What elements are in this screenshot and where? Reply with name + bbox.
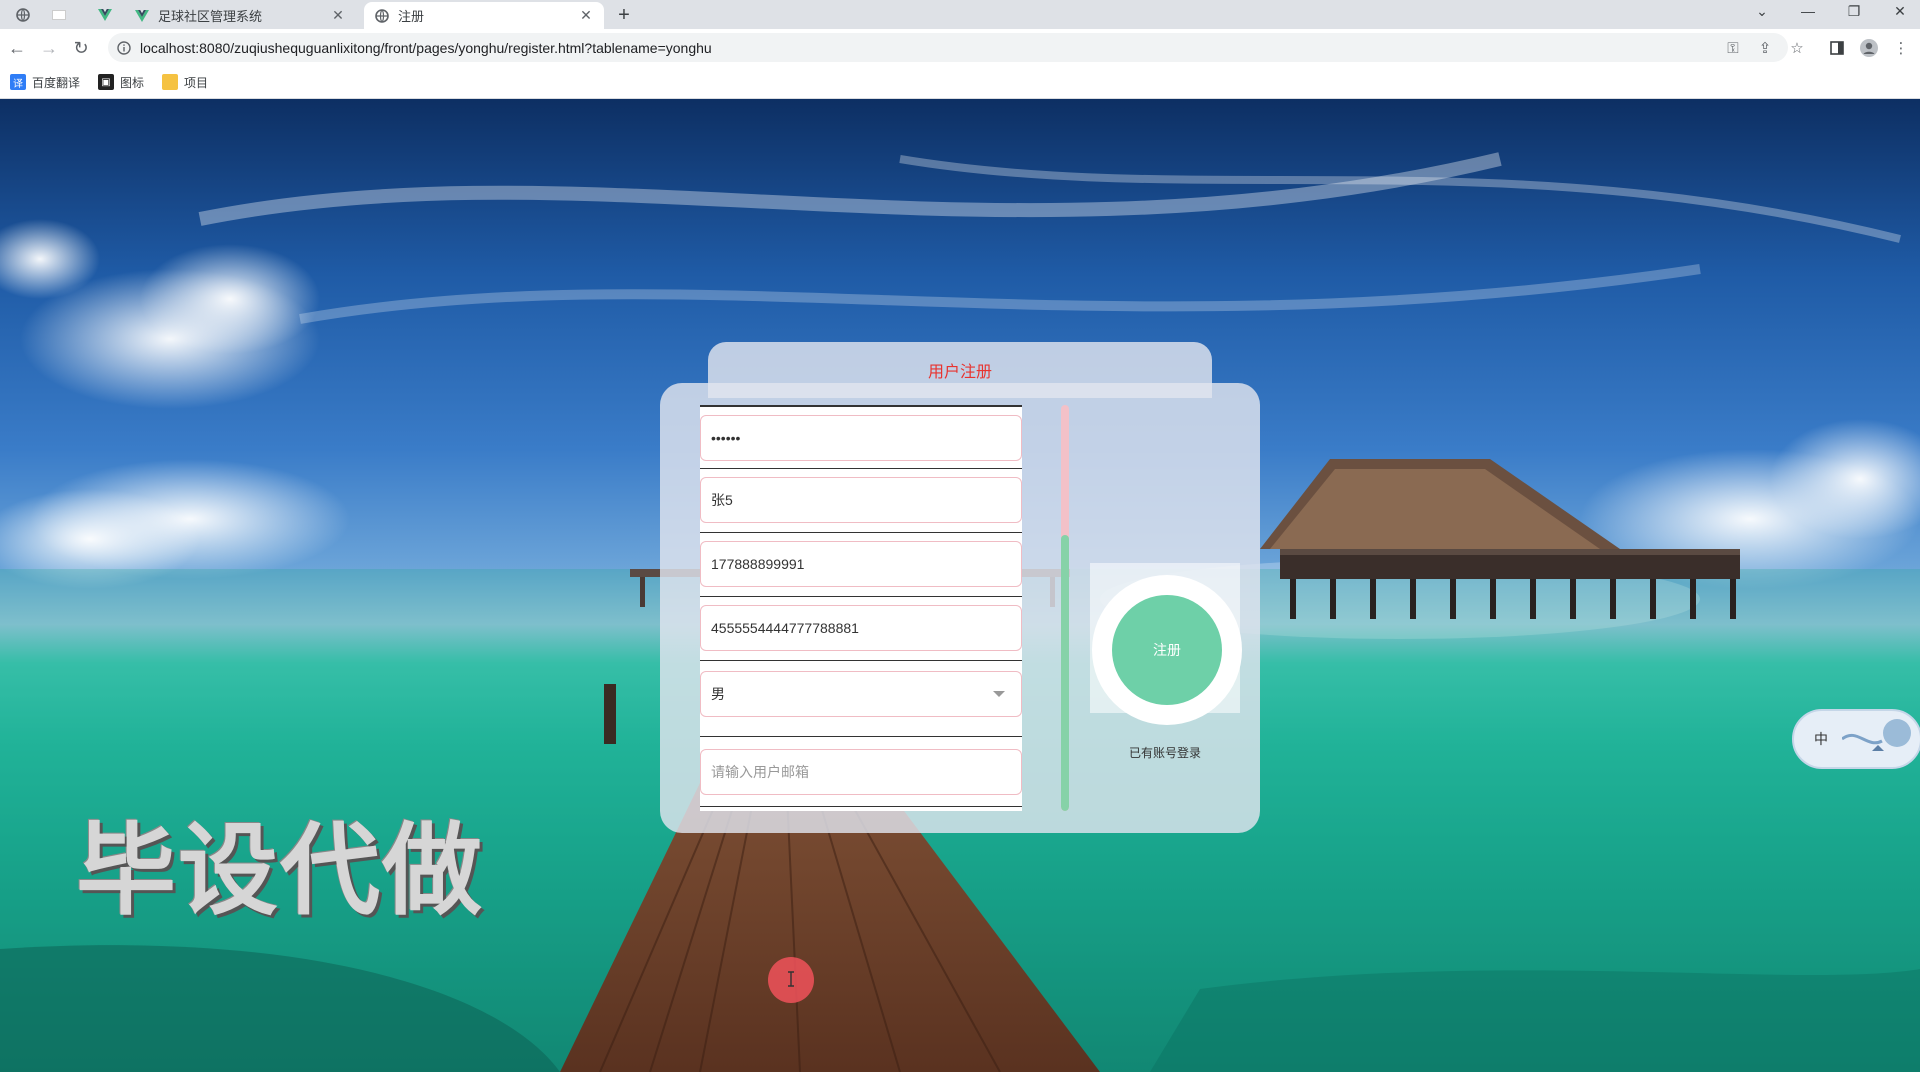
translate-icon: 译 [10, 74, 26, 90]
password-field[interactable]: •••••• [700, 415, 1022, 461]
register-button-ring: 注册 [1092, 575, 1242, 725]
id-card-value: 4555554444777788881 [711, 620, 859, 636]
name-field[interactable]: 张5 [700, 477, 1022, 523]
star-icon[interactable]: ☆ [1786, 37, 1808, 59]
vue-icon [98, 9, 112, 21]
side-panel-icon[interactable] [1826, 37, 1848, 59]
bookmarks-bar: 译 百度翻译 ▣ 图标 项目 [0, 66, 1920, 99]
globe-icon [374, 8, 390, 24]
page-viewport: 用户注册 •••••• 张5 177888899991 455555444477… [0, 99, 1920, 1072]
close-icon[interactable]: ✕ [330, 7, 346, 24]
vue-icon [134, 8, 150, 24]
ime-widget[interactable]: 中 [1792, 709, 1920, 769]
profile-avatar-icon[interactable] [1858, 37, 1880, 59]
form-row-gender: 男 [700, 661, 1022, 737]
email-input[interactable] [711, 764, 1001, 780]
form-row-phone: 177888899991 [700, 533, 1022, 597]
register-card: •••••• 张5 177888899991 45555544447777888… [660, 383, 1260, 1003]
form-row-name: 张5 [700, 469, 1022, 533]
tab-title: 足球社区管理系统 [158, 9, 263, 24]
cursor-highlight-icon [768, 957, 814, 1003]
id-card-field[interactable]: 4555554444777788881 [700, 605, 1022, 651]
hut-image [1260, 459, 1740, 619]
forward-button[interactable]: → [36, 35, 62, 61]
watermark-text: 毕设代做 [76, 812, 484, 929]
address-bar[interactable]: localhost:8080/zuqiushequguanlixitong/fr… [108, 33, 1788, 62]
scrollbar-thumb[interactable] [1061, 535, 1069, 811]
gender-select[interactable]: 男 [700, 671, 1022, 717]
bookmark-label: 图标 [120, 75, 145, 90]
tab-search-icon[interactable] [10, 3, 36, 27]
login-link[interactable]: 已有账号登录 [1090, 744, 1240, 761]
url-text: localhost:8080/zuqiushequguanlixitong/fr… [140, 39, 712, 56]
bookmark-label: 项目 [184, 75, 209, 90]
share-icon[interactable]: ⇪ [1754, 37, 1776, 59]
minimize-button[interactable]: — [1788, 0, 1828, 22]
register-form: •••••• 张5 177888899991 45555544447777888… [700, 405, 1022, 811]
form-scrollbar[interactable] [1061, 405, 1069, 811]
tab-strip: 足球社区管理系统 ✕ 注册 ✕ + ⌄ — ❐ ✕ [0, 0, 1920, 29]
form-row-idcard: 4555554444777788881 [700, 597, 1022, 661]
image-icon: ▣ [98, 74, 115, 90]
back-button[interactable]: ← [4, 35, 30, 61]
chevron-down-icon [993, 691, 1005, 697]
bookmark-label: 百度翻译 [32, 75, 81, 90]
form-row-email [700, 737, 1022, 807]
ime-mascot-icon [1842, 719, 1911, 751]
tab-list-icon[interactable]: ⌄ [1742, 0, 1782, 22]
restore-button[interactable]: ❐ [1834, 0, 1874, 22]
key-icon[interactable]: ⚿ [1722, 37, 1744, 59]
gender-value: 男 [711, 686, 725, 702]
new-tab-button[interactable]: + [612, 3, 636, 27]
browser-toolbar: ← → ↻ localhost:8080/zuqiushequguanlixit… [0, 29, 1920, 66]
email-field[interactable] [700, 749, 1022, 795]
blank-page-icon [52, 10, 66, 20]
reload-button[interactable]: ↻ [68, 35, 94, 61]
tab-register[interactable]: 注册 ✕ [364, 2, 604, 29]
menu-dots-icon[interactable]: ⋮ [1890, 37, 1912, 59]
globe-icon [16, 8, 30, 22]
bookmark-baidu-translate[interactable]: 译 百度翻译 [10, 74, 80, 91]
tab-football-system[interactable]: 足球社区管理系统 ✕ [124, 2, 356, 29]
ime-label: 中 [1814, 731, 1828, 747]
close-window-button[interactable]: ✕ [1880, 0, 1920, 22]
name-value: 张5 [711, 492, 733, 508]
bookmark-icons[interactable]: ▣ 图标 [98, 74, 144, 91]
phone-field[interactable]: 177888899991 [700, 541, 1022, 587]
phone-value: 177888899991 [711, 556, 805, 572]
tab-blank[interactable] [46, 3, 72, 27]
register-button[interactable]: 注册 [1112, 595, 1222, 705]
password-value: •••••• [711, 430, 741, 446]
tab-vue[interactable] [92, 3, 118, 27]
close-icon[interactable]: ✕ [578, 7, 594, 24]
info-icon[interactable] [116, 40, 132, 56]
form-row-password: •••••• [700, 405, 1022, 469]
folder-icon [162, 74, 179, 90]
bookmark-projects[interactable]: 项目 [162, 74, 208, 91]
tab-title: 注册 [398, 9, 425, 24]
